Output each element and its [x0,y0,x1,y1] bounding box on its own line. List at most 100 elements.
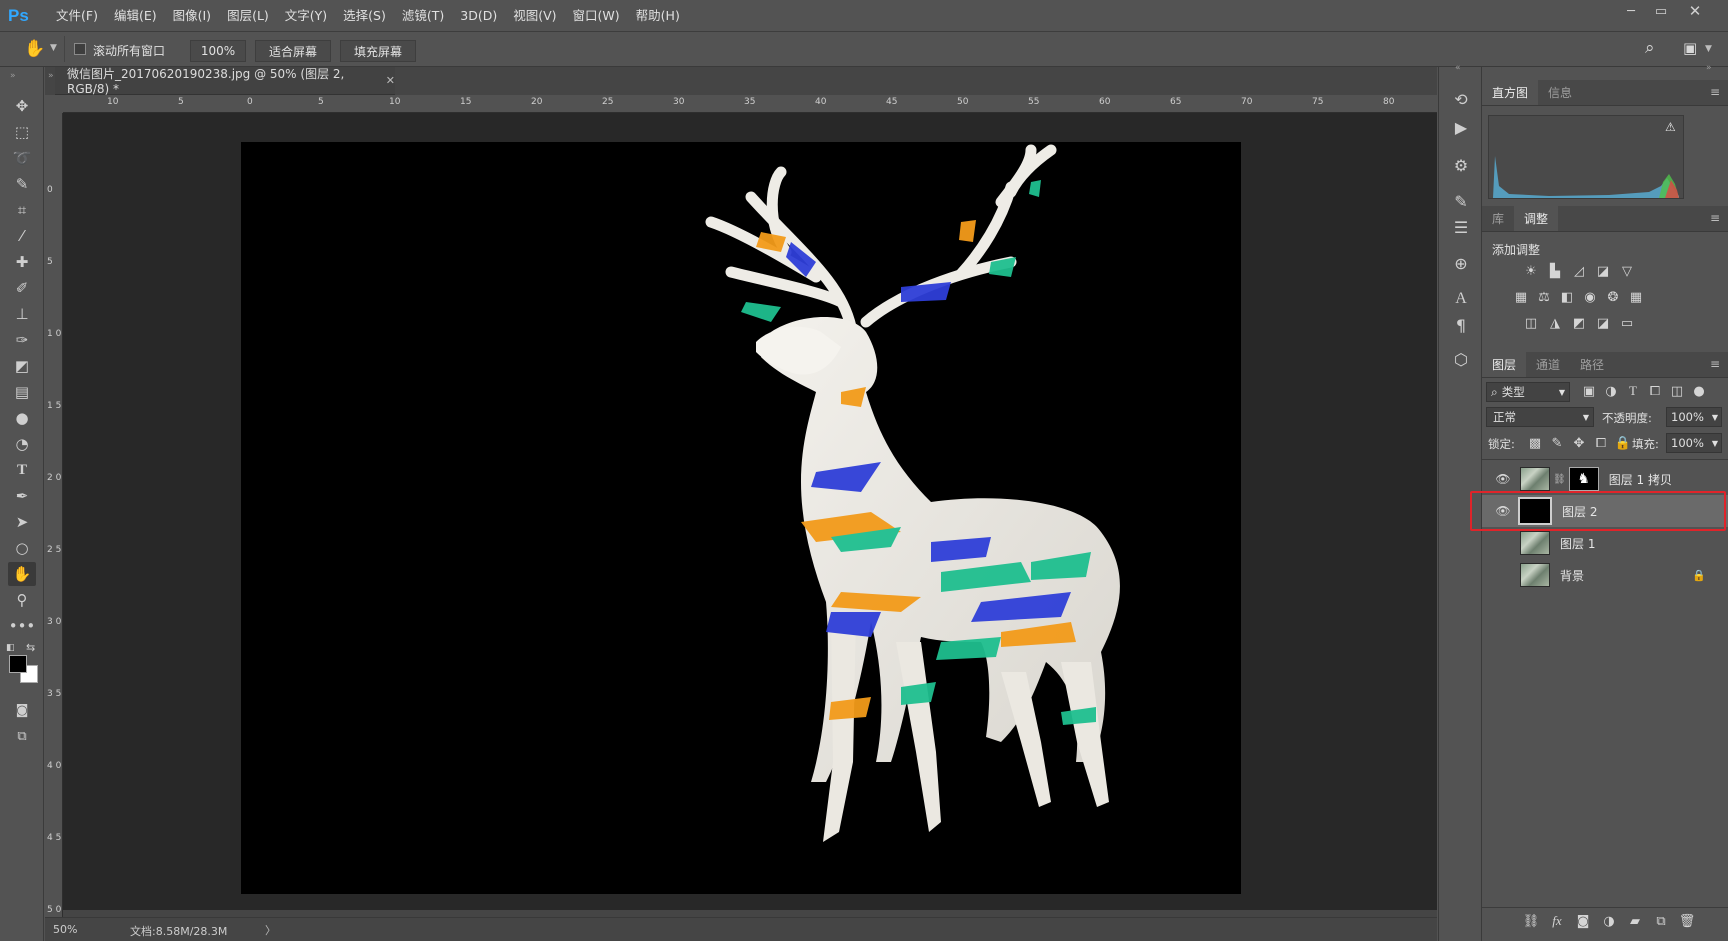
mask-link-icon[interactable]: ⛓ [1553,474,1566,485]
filter-pixel-icon[interactable]: ▣ [1580,383,1598,399]
panel-menu-icon[interactable]: ≡ [1710,85,1720,99]
menu-type[interactable]: 文字(Y) [277,0,335,31]
selective-color-icon[interactable]: ◪ [1594,315,1612,331]
hand-tool-preset-icon[interactable]: ✋ [24,39,45,59]
search-icon[interactable]: ⌕ [1645,38,1655,58]
levels-icon[interactable]: ▙ [1546,263,1564,279]
ellipse-tool-icon[interactable]: ○ [8,536,36,560]
layer-mask-thumbnail[interactable]: ♞ [1568,467,1599,491]
clone-source-icon[interactable]: ⊕ [1449,251,1473,275]
panel-menu-icon[interactable]: ≡ [1710,211,1720,225]
tab-libraries[interactable]: 库 [1482,206,1514,231]
tab-layers[interactable]: 图层 [1482,352,1527,377]
quick-mask-icon[interactable]: ◙ [8,698,36,722]
layer-name[interactable]: 图层 1 [1560,535,1595,552]
visibility-eye-icon[interactable]: 👁 [1492,472,1514,486]
move-tool-icon[interactable]: ✥ [8,94,36,118]
visibility-toggle-empty[interactable]: · [1492,536,1514,550]
collapse-icon[interactable]: » [48,71,54,81]
lasso-tool-icon[interactable]: ➰ [8,146,36,170]
history-icon[interactable]: ⟲ [1449,87,1473,111]
menu-filter[interactable]: 滤镜(T) [394,0,452,31]
lock-icon[interactable]: 🔒 [1692,569,1706,582]
tab-paths[interactable]: 路径 [1570,352,1614,377]
add-mask-icon[interactable]: ◙ [1574,913,1592,929]
workspace-chevron-icon[interactable]: ▼ [1705,44,1712,54]
hue-saturation-icon[interactable]: ▦ [1512,289,1530,305]
collapse-icon[interactable]: » [10,71,16,81]
filter-toggle-icon[interactable]: ● [1690,383,1708,399]
curves-icon[interactable]: ◿ [1570,263,1588,279]
tab-adjustments[interactable]: 调整 [1514,206,1559,231]
default-colors-icon[interactable]: ◧ [6,643,15,653]
menu-window[interactable]: 窗口(W) [565,0,628,31]
screen-mode-icon[interactable]: ⧉ [8,724,36,748]
layer-row[interactable]: · 背景 🔒 [1482,559,1728,591]
menu-layer[interactable]: 图层(L) [219,0,277,31]
gradient-tool-icon[interactable]: ▤ [8,380,36,404]
link-layers-icon[interactable]: ⛓ [1522,913,1540,929]
visibility-toggle-empty[interactable]: · [1492,568,1514,582]
menu-image[interactable]: 图像(I) [165,0,219,31]
actions-play-icon[interactable]: ▶ [1449,115,1473,139]
lock-all-icon[interactable]: 🔒 [1614,435,1632,451]
3d-icon[interactable]: ⬡ [1449,347,1473,371]
character-icon[interactable]: A [1449,287,1473,311]
close-icon[interactable]: ✕ [1680,0,1710,22]
quick-select-tool-icon[interactable]: ✎ [8,172,36,196]
collapse-icon[interactable]: » [1706,63,1712,73]
eyedropper-tool-icon[interactable]: ⁄ [8,224,36,248]
tab-info[interactable]: 信息 [1538,80,1582,105]
fx-icon[interactable]: fx [1548,913,1566,929]
blend-mode-select[interactable]: 正常 ▼ [1486,407,1594,427]
black-white-icon[interactable]: ◧ [1558,289,1576,305]
panel-menu-icon[interactable]: ≡ [1710,357,1720,371]
menu-edit[interactable]: 编辑(E) [106,0,165,31]
menu-select[interactable]: 选择(S) [335,0,394,31]
fit-screen-button[interactable]: 适合屏幕 [255,40,331,62]
new-layer-icon[interactable]: ⧉ [1652,913,1670,929]
brushes-icon[interactable]: ✎ [1449,189,1473,213]
exposure-icon[interactable]: ◪ [1594,263,1612,279]
vibrance-icon[interactable]: ▽ [1618,263,1636,279]
lock-transparent-icon[interactable]: ▩ [1526,435,1544,451]
collapse-icon[interactable]: « [1455,63,1461,73]
zoom-tool-icon[interactable]: ⚲ [8,588,36,612]
swap-colors-icon[interactable]: ⇆ [26,641,35,654]
pen-tool-icon[interactable]: ✒ [8,484,36,508]
eraser-tool-icon[interactable]: ◩ [8,354,36,378]
zoom-level[interactable]: 50% [53,923,77,936]
minimize-icon[interactable]: ─ [1616,0,1646,22]
photo-filter-icon[interactable]: ◉ [1581,289,1599,305]
path-select-tool-icon[interactable]: ➤ [8,510,36,534]
filter-type-icon[interactable]: T [1624,383,1642,399]
tab-channels[interactable]: 通道 [1526,352,1570,377]
hand-tool-icon[interactable]: ✋ [8,562,36,586]
invert-icon[interactable]: ◫ [1522,315,1540,331]
foreground-color-swatch[interactable] [9,655,27,673]
marquee-tool-icon[interactable]: ⬚ [8,120,36,144]
status-menu-arrow[interactable]: 〉 [265,922,276,938]
blur-tool-icon[interactable]: ● [8,406,36,430]
fill-screen-button[interactable]: 填充屏幕 [340,40,416,62]
workspace-icon[interactable]: ▣ [1683,39,1697,57]
plugins-icon[interactable]: ⚙ [1449,153,1473,177]
close-tab-icon[interactable]: ✕ [386,74,395,87]
threshold-icon[interactable]: ◩ [1570,315,1588,331]
lock-position-icon[interactable]: ✥ [1570,435,1588,451]
more-tools-icon[interactable]: ••• [8,614,36,638]
lock-pixels-icon[interactable]: ✎ [1548,435,1566,451]
color-lookup-icon[interactable]: ▦ [1627,289,1645,305]
menu-help[interactable]: 帮助(H) [628,0,688,31]
type-tool-icon[interactable]: T [8,458,36,482]
opacity-field[interactable]: 100% ▼ [1666,407,1722,427]
lock-artboard-icon[interactable]: ⧠ [1592,435,1610,451]
filter-smart-icon[interactable]: ◫ [1668,383,1686,399]
layer-row[interactable]: · 图层 1 [1482,527,1728,559]
paragraph-icon[interactable]: ¶ [1449,313,1473,337]
scroll-all-checkbox[interactable] [74,43,86,55]
crop-tool-icon[interactable]: ⌗ [8,198,36,222]
restore-icon[interactable]: ▭ [1646,0,1676,22]
menu-3d[interactable]: 3D(D) [452,0,505,31]
brightness-icon[interactable]: ☀ [1522,263,1540,279]
